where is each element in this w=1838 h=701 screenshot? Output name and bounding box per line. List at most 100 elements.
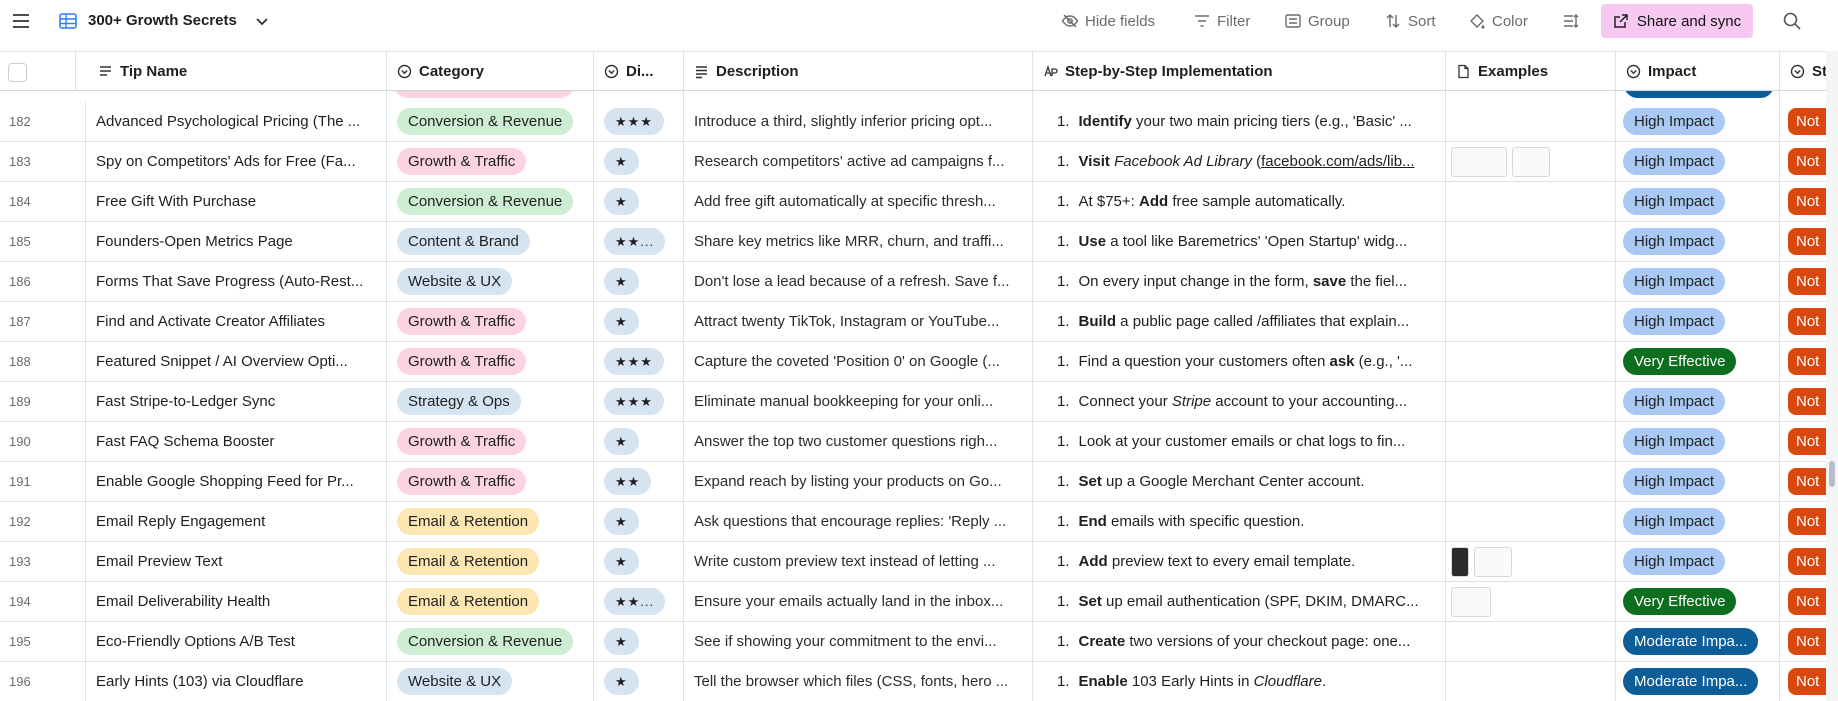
steps-cell[interactable]: 1. Connect your Stripe account to your ac… (1033, 382, 1446, 421)
description-cell[interactable]: Write custom preview text instead of let… (684, 542, 1033, 581)
search-icon[interactable] (1782, 11, 1802, 31)
tip-name-cell[interactable]: Find and Activate Creator Affiliates (86, 302, 387, 341)
difficulty-cell[interactable]: ★★★ (594, 102, 684, 141)
tip-name-cell[interactable]: Spy on Competitors' Ads for Free (Fa... (86, 142, 387, 181)
category-cell[interactable]: Website & UX (387, 262, 594, 301)
steps-cell[interactable]: 1. Find a question your customers often a… (1033, 342, 1446, 381)
difficulty-cell[interactable]: ★★... (594, 582, 684, 621)
tip-name-cell[interactable]: Eco-Friendly Options A/B Test (86, 622, 387, 661)
table-row[interactable]: 195 Eco-Friendly Options A/B Test Conversi… (0, 622, 1838, 662)
steps-cell[interactable]: 1. Create two versions of your checkout p… (1033, 622, 1446, 661)
category-cell[interactable]: Website & UX (387, 662, 594, 701)
table-row[interactable]: 187 Find and Activate Creator Affiliates G… (0, 302, 1838, 342)
table-row[interactable]: 185 Founders-Open Metrics Page Content & B… (0, 222, 1838, 262)
impact-cell[interactable]: Moderate Impa... (1616, 622, 1780, 661)
table-row[interactable]: 189 Fast Stripe-to-Ledger Sync Strategy & … (0, 382, 1838, 422)
impact-cell[interactable]: High Impact (1616, 382, 1780, 421)
difficulty-cell[interactable]: ★ (594, 142, 684, 181)
steps-cell[interactable]: 1. Build a public page called /affiliates… (1033, 302, 1446, 341)
tip-name-cell[interactable]: Free Gift With Purchase (86, 182, 387, 221)
steps-cell[interactable]: 1. Set up a Google Merchant Center accoun… (1033, 462, 1446, 501)
difficulty-cell[interactable]: ★ (594, 662, 684, 701)
category-cell[interactable]: Conversion & Revenue (387, 182, 594, 221)
tip-name-cell[interactable]: Email Reply Engagement (86, 502, 387, 541)
tip-name-cell[interactable]: Email Deliverability Health (86, 582, 387, 621)
tip-name-cell[interactable]: Forms That Save Progress (Auto-Rest... (86, 262, 387, 301)
category-cell[interactable]: Email & Retention (387, 542, 594, 581)
examples-cell[interactable] (1446, 382, 1616, 421)
impact-cell[interactable]: High Impact (1616, 502, 1780, 541)
difficulty-cell[interactable]: ★★ (594, 462, 684, 501)
column-header-steps[interactable]: Step-by-Step Implementation (1033, 52, 1446, 91)
description-cell[interactable]: Add free gift automatically at specific … (684, 182, 1033, 221)
tip-name-cell[interactable]: Email Preview Text (86, 542, 387, 581)
table-row[interactable]: 186 Forms That Save Progress (Auto-Rest..… (0, 262, 1838, 302)
impact-cell[interactable]: Moderate Impa... (1616, 662, 1780, 701)
examples-cell[interactable] (1446, 142, 1616, 181)
description-cell[interactable]: Share key metrics like MRR, churn, and t… (684, 222, 1033, 261)
examples-cell[interactable] (1446, 622, 1616, 661)
steps-cell[interactable]: 1. Visit Facebook Ad Library (facebook.co… (1033, 142, 1446, 181)
impact-cell[interactable]: High Impact (1616, 102, 1780, 141)
description-cell[interactable]: Expand reach by listing your products on… (684, 462, 1033, 501)
tip-name-cell[interactable]: Enable Google Shopping Feed for Pr... (86, 462, 387, 501)
category-cell[interactable]: Content & Brand (387, 222, 594, 261)
difficulty-cell[interactable]: ★★★ (594, 382, 684, 421)
steps-cell[interactable]: 1. Enable 103 Early Hints in Cloudflare. (1033, 662, 1446, 701)
column-header-difficulty[interactable]: Di... (594, 52, 684, 91)
table-row[interactable]: 182 Advanced Psychological Pricing (The .… (0, 102, 1838, 142)
sort-button[interactable]: Sort (1384, 9, 1436, 33)
steps-cell[interactable]: 1. Look at your customer emails or chat l… (1033, 422, 1446, 461)
description-cell[interactable]: Eliminate manual bookkeeping for your on… (684, 382, 1033, 421)
category-cell[interactable]: Growth & Traffic (387, 342, 594, 381)
examples-cell[interactable] (1446, 502, 1616, 541)
attachment-thumbnail[interactable] (1451, 586, 1491, 617)
examples-cell[interactable] (1446, 222, 1616, 261)
description-cell[interactable]: Introduce a third, slightly inferior pri… (684, 102, 1033, 141)
description-cell[interactable]: Ask questions that encourage replies: 'R… (684, 502, 1033, 541)
filter-button[interactable]: Filter (1193, 9, 1250, 33)
attachment-thumbnail[interactable] (1451, 546, 1469, 577)
description-cell[interactable]: Attract twenty TikTok, Instagram or YouT… (684, 302, 1033, 341)
impact-cell[interactable]: High Impact (1616, 262, 1780, 301)
description-cell[interactable]: Ensure your emails actually land in the … (684, 582, 1033, 621)
tip-name-cell[interactable]: Early Hints (103) via Cloudflare (86, 662, 387, 701)
examples-cell[interactable] (1446, 182, 1616, 221)
attachment-thumbnail[interactable] (1512, 146, 1550, 177)
steps-cell[interactable]: 1. On every input change in the form, sav… (1033, 262, 1446, 301)
difficulty-cell[interactable]: ★ (594, 622, 684, 661)
impact-cell[interactable]: Very Effective (1616, 582, 1780, 621)
menu-icon[interactable] (10, 10, 32, 32)
impact-cell[interactable]: High Impact (1616, 222, 1780, 261)
impact-cell[interactable]: High Impact (1616, 302, 1780, 341)
description-cell[interactable]: Don't lose a lead because of a refresh. … (684, 262, 1033, 301)
attachment-thumbnail[interactable] (1451, 146, 1507, 177)
table-row[interactable]: 196 Early Hints (103) via Cloudflare Websi… (0, 662, 1838, 701)
vertical-scrollbar[interactable] (1826, 51, 1838, 701)
color-button[interactable]: Color (1468, 9, 1528, 33)
examples-cell[interactable] (1446, 262, 1616, 301)
description-cell[interactable]: Answer the top two customer questions ri… (684, 422, 1033, 461)
hide-fields-button[interactable]: Hide fields (1061, 9, 1155, 33)
examples-cell[interactable] (1446, 582, 1616, 621)
difficulty-cell[interactable]: ★ (594, 262, 684, 301)
column-header-impact[interactable]: Impact (1616, 52, 1780, 91)
tip-name-cell[interactable]: Advanced Psychological Pricing (The ... (86, 102, 387, 141)
category-cell[interactable]: Growth & Traffic (387, 302, 594, 341)
description-cell[interactable]: Research competitors' active ad campaign… (684, 142, 1033, 181)
category-cell[interactable]: Conversion & Revenue (387, 622, 594, 661)
steps-cell[interactable]: 1. Add preview text to every email templa… (1033, 542, 1446, 581)
chevron-down-icon[interactable] (254, 13, 270, 29)
impact-cell[interactable]: High Impact (1616, 422, 1780, 461)
table-row[interactable]: 183 Spy on Competitors' Ads for Free (Fa.… (0, 142, 1838, 182)
steps-cell[interactable]: 1. End emails with specific question. (1033, 502, 1446, 541)
category-cell[interactable]: Email & Retention (387, 502, 594, 541)
impact-cell[interactable]: Very Effective (1616, 342, 1780, 381)
share-and-sync-button[interactable]: Share and sync (1601, 4, 1753, 38)
column-header-category[interactable]: Category (387, 52, 594, 91)
impact-cell[interactable]: High Impact (1616, 182, 1780, 221)
impact-cell[interactable]: High Impact (1616, 142, 1780, 181)
examples-cell[interactable] (1446, 422, 1616, 461)
category-cell[interactable]: Growth & Traffic (387, 422, 594, 461)
impact-cell[interactable]: High Impact (1616, 542, 1780, 581)
